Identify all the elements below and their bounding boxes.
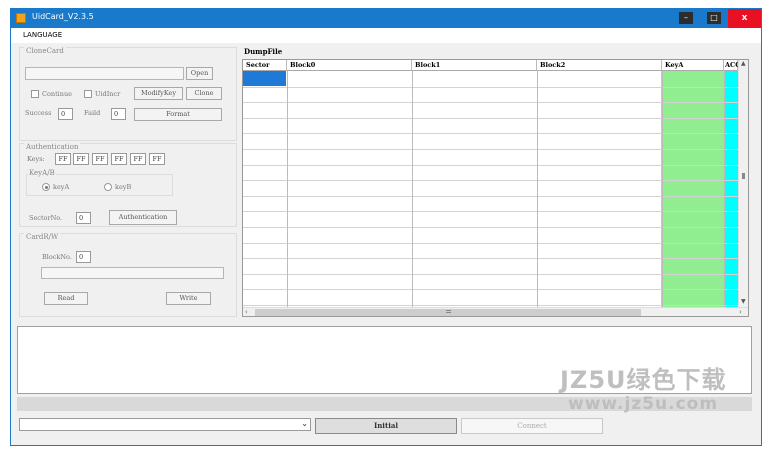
grip-icon [446, 310, 451, 313]
chevron-down-icon[interactable]: ⌄ [301, 419, 308, 428]
clone-button[interactable]: Clone [186, 87, 222, 100]
authentication-title: Authentication [24, 143, 81, 151]
block-number[interactable]: 0 [76, 251, 91, 263]
grid-col-line [537, 71, 538, 307]
watermark: JZ5U绿色下载 www.jz5u.com [560, 360, 750, 440]
success-label: Success [25, 109, 52, 117]
grid-row-line [243, 258, 738, 259]
continue-label: Continue [42, 90, 72, 98]
uidincr-label: UidIncr [95, 90, 121, 98]
col-header-sector[interactable]: Sector [243, 60, 287, 71]
cardrw-group: CardR/W BlockNo. 0 Read Write [19, 233, 237, 317]
scroll-left-icon[interactable]: ‹ [245, 308, 248, 316]
selected-cell[interactable] [243, 71, 286, 86]
acc-column [724, 71, 738, 307]
menu-bar: LANGUAGE [11, 28, 761, 43]
col-header-keya[interactable]: KeyA [662, 60, 724, 71]
keyab-title: KeyA/B [28, 169, 56, 177]
grid-row-line [243, 289, 738, 290]
block-data-field[interactable] [41, 267, 224, 279]
faild-count: 0 [111, 108, 126, 120]
grid-row-line [243, 180, 738, 181]
scroll-right-icon[interactable]: › [739, 308, 742, 316]
keys-label: Keys: [27, 155, 45, 163]
grid-row-line [243, 274, 738, 275]
close-button[interactable]: x [728, 9, 761, 28]
watermark-url: www.jz5u.com [568, 394, 719, 414]
keya-column [661, 71, 724, 307]
open-button[interactable]: Open [186, 67, 213, 80]
grid-col-line [412, 71, 413, 307]
initial-button[interactable]: Initial [315, 418, 457, 434]
cardrw-title: CardR/W [24, 233, 61, 241]
grid-row-line [243, 118, 738, 119]
scroll-down-icon[interactable]: ▼ [741, 298, 746, 305]
col-header-acc[interactable]: ACC [724, 60, 740, 71]
grid-col-line [287, 71, 288, 307]
grid-row-line [243, 227, 738, 228]
clonecard-group: CloneCard Open Continue UidIncr ModifyKe… [19, 47, 237, 141]
title-bar: UidCard_V2.3.5 – □ x [11, 9, 761, 28]
success-count: 0 [58, 108, 73, 120]
col-header-block0[interactable]: Block0 [287, 60, 412, 71]
scroll-up-icon[interactable]: ▲ [741, 60, 746, 67]
grid-row-line [243, 87, 738, 88]
keya-radio[interactable] [42, 183, 50, 191]
grid-row-line [243, 133, 738, 134]
horizontal-scrollbar[interactable]: ‹ › [243, 307, 748, 316]
col-header-block2[interactable]: Block2 [537, 60, 662, 71]
key-byte-5[interactable]: FF [130, 153, 146, 165]
keya-label: keyA [53, 183, 70, 191]
dumpfile-title: DumpFile [244, 47, 283, 56]
key-byte-3[interactable]: FF [92, 153, 108, 165]
port-select[interactable]: ⌄ [19, 418, 311, 431]
col-header-block1[interactable]: Block1 [412, 60, 537, 71]
grid-row-line [243, 149, 738, 150]
format-button[interactable]: Format [134, 108, 222, 121]
grid-row-line [243, 243, 738, 244]
grid-row-line [243, 211, 738, 212]
maximize-button[interactable]: □ [700, 9, 728, 28]
uidincr-checkbox[interactable] [84, 90, 92, 98]
menu-item-language[interactable]: LANGUAGE [23, 31, 62, 39]
minimize-icon: – [679, 12, 693, 24]
grid-row-line [243, 165, 738, 166]
key-byte-2[interactable]: FF [73, 153, 89, 165]
dump-grid[interactable]: Sector Block0 Block1 Block2 KeyA ACC ▲ ▼… [242, 59, 749, 317]
grid-col-line [724, 71, 725, 307]
keyab-group: KeyA/B keyA keyB [26, 169, 173, 196]
window-title: UidCard_V2.3.5 [32, 12, 94, 21]
authentication-button[interactable]: Authentication [109, 210, 177, 225]
vertical-scrollbar[interactable]: ▲ ▼ [738, 60, 748, 307]
key-byte-4[interactable]: FF [111, 153, 127, 165]
modify-key-button[interactable]: ModifyKey [134, 87, 183, 100]
keyb-radio[interactable] [104, 183, 112, 191]
key-byte-1[interactable]: FF [55, 153, 71, 165]
maximize-icon: □ [707, 12, 721, 24]
minimize-button[interactable]: – [672, 9, 700, 28]
watermark-title: JZ5U绿色下载 [560, 366, 727, 394]
close-icon: x [741, 13, 748, 23]
app-icon [16, 13, 26, 23]
continue-checkbox[interactable] [31, 90, 39, 98]
sector-label: SectorNo. [29, 214, 63, 222]
write-button[interactable]: Write [166, 292, 211, 305]
grid-row-line [243, 305, 738, 306]
clonecard-title: CloneCard [24, 47, 66, 55]
grid-row-line [243, 196, 738, 197]
grid-col-line [662, 71, 663, 307]
key-byte-6[interactable]: FF [149, 153, 165, 165]
blockno-label: BlockNo. [42, 253, 72, 261]
read-button[interactable]: Read [44, 292, 88, 305]
grid-row-line [243, 102, 738, 103]
scroll-thumb-vertical[interactable] [742, 173, 745, 179]
keyb-label: keyB [115, 183, 132, 191]
sector-number[interactable]: 0 [76, 212, 91, 224]
authentication-group: Authentication Keys: FF FF FF FF FF FF K… [19, 143, 237, 227]
file-path-field[interactable] [25, 67, 184, 80]
faild-label: Faild [84, 109, 101, 117]
